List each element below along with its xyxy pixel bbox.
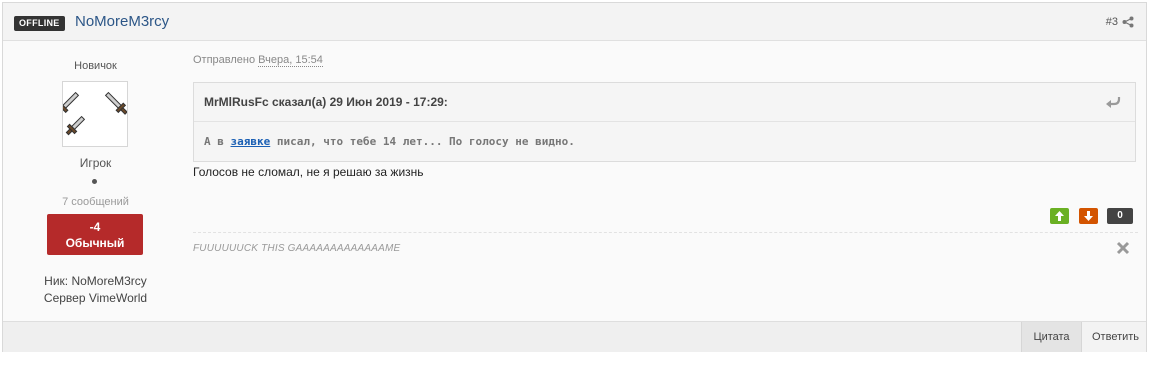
close-icon[interactable] <box>1116 241 1130 255</box>
quote-text-before: А в <box>204 135 231 148</box>
posted-date-value: Вчера, 15:54 <box>258 54 323 67</box>
vote-down-button[interactable] <box>1079 208 1098 224</box>
post-content: Отправлено Вчера, 15:54 MrMlRusFc сказал… <box>193 41 1138 321</box>
arrow-up-icon <box>1055 211 1064 221</box>
user-group: Игрок <box>79 156 112 170</box>
posted-date: Отправлено Вчера, 15:54 <box>193 54 323 67</box>
quote-block: MrMlRusFc сказал(а) 29 Июн 2019 - 17:29:… <box>193 82 1136 162</box>
quote-text-after: писал, что тебе 14 лет... По голосу не в… <box>270 135 575 148</box>
reputation-value: -4 <box>89 220 101 234</box>
post-number-link[interactable]: #3 <box>1106 16 1118 28</box>
status-badge: OFFLINE <box>14 16 65 31</box>
author-name-link[interactable]: NoMoreM3rcy <box>75 13 169 30</box>
post-header: OFFLINE NoMoreM3rcy #3 <box>3 3 1146 41</box>
author-sidebar: Новичок Игрок 7 сообщений -4 Обычный Ник… <box>3 41 188 321</box>
post-footer: Цитата Ответить <box>3 321 1146 352</box>
reputation-label: Обычный <box>65 236 125 250</box>
signature-text: FUUUUUUCK THIS GAAAAAAAAAAAAAME <box>193 243 401 254</box>
quote-header: MrMlRusFc сказал(а) 29 Июн 2019 - 17:29: <box>194 83 1135 122</box>
signature: FUUUUUUCK THIS GAAAAAAAAAAAAAME <box>193 232 1138 255</box>
user-nick: Ник: NoMoreM3rcy <box>44 274 147 288</box>
online-status-dot <box>92 179 97 184</box>
vote-up-button[interactable] <box>1050 208 1069 224</box>
share-icon[interactable] <box>1122 16 1134 28</box>
arrow-down-icon <box>1084 211 1093 221</box>
post-message: Голосов не сломал, не я решаю за жизнь <box>193 165 424 179</box>
vote-count: 0 <box>1107 208 1133 224</box>
quote-button[interactable]: Цитата <box>1021 322 1081 352</box>
reply-button[interactable]: Ответить <box>1081 322 1146 352</box>
quote-text: А в заявке писал, что тебе 14 лет... По … <box>204 135 575 148</box>
quote-citation: MrMlRusFc сказал(а) 29 Июн 2019 - 17:29: <box>204 95 448 109</box>
user-server: Сервер VimeWorld <box>43 291 148 305</box>
posts-count: 7 сообщений <box>62 196 129 208</box>
quote-link[interactable]: заявке <box>231 135 271 148</box>
forum-post: OFFLINE NoMoreM3rcy #3 Новичок Игрок 7 с… <box>2 2 1147 352</box>
reply-arrow-icon[interactable] <box>1105 95 1121 109</box>
reputation-box: -4 Обычный <box>47 214 143 255</box>
avatar[interactable] <box>56 81 128 147</box>
user-rank: Новичок <box>74 60 117 72</box>
posted-prefix: Отправлено <box>193 54 259 66</box>
swords-icon <box>56 91 128 136</box>
